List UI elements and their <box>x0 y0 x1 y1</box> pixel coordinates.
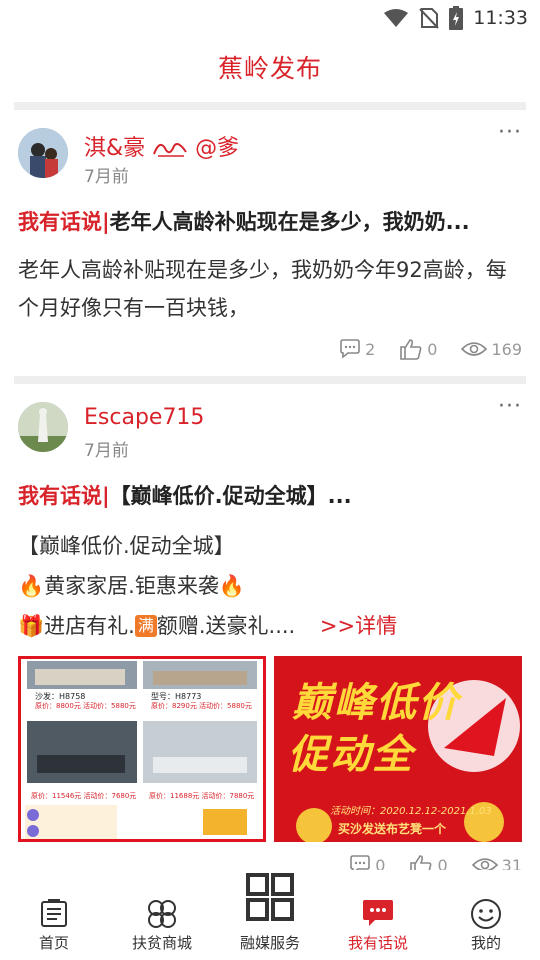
fire-icon: 🔥 <box>218 574 245 598</box>
no-sim-icon <box>419 8 439 29</box>
smiley-icon <box>471 899 501 929</box>
thumbs-up-icon <box>400 339 422 360</box>
promo-slogan: 买沙发送布艺凳一个 <box>338 822 447 836</box>
post-time: 7月前 <box>84 167 129 187</box>
avatar[interactable] <box>18 402 68 452</box>
post-body-line-text: 额赠.送豪礼.... <box>156 614 296 638</box>
nav-item-mall[interactable]: 扶贫商城 <box>108 870 216 960</box>
price-text: 原价：8290元 活动价：5880元 <box>151 702 252 710</box>
divider <box>14 102 526 110</box>
avatar-image <box>18 402 68 452</box>
nav-label: 我的 <box>470 934 501 952</box>
post-stats: 2 0 169 <box>339 338 522 360</box>
post-body-line: 🔥黄家家居.钜惠来袭🔥 <box>18 566 518 606</box>
nav-item-home[interactable]: 首页 <box>0 870 108 960</box>
nav-label: 首页 <box>38 934 69 952</box>
more-options-icon[interactable]: ··· <box>498 120 522 145</box>
author-suffix: @爹 <box>195 136 240 161</box>
post-time: 7月前 <box>84 441 129 461</box>
nav-label: 我有话说 <box>347 934 408 952</box>
status-icons: 11:33 <box>383 6 528 30</box>
comment-icon <box>340 339 360 359</box>
post-body-line: 【巅峰低价.促动全城】 <box>18 534 235 558</box>
status-bar: 11:33 <box>0 0 540 36</box>
grid-icon <box>246 873 294 921</box>
full-badge-icon: 满 <box>134 615 157 637</box>
view-stat: 169 <box>461 340 522 359</box>
author-name-text: 淇&豪 <box>84 136 146 161</box>
post-image-furniture[interactable]: 沙发：H8758 原价：8800元 活动价：5880元 型号：H8773 原价：… <box>18 656 266 842</box>
page-title: 蕉岭发布 <box>217 54 322 83</box>
price-text: 原价：11688元 活动价：7880元 <box>149 792 255 800</box>
post-image-promo[interactable]: 巅峰低价 促动全 活动时间：2020.12.12-2021.1.03 买沙发送布… <box>274 656 522 842</box>
promo-date: 活动时间：2020.12.12-2021.1.03 <box>330 806 492 817</box>
avatar[interactable] <box>18 128 68 178</box>
post-tag: 我有话说| <box>18 210 110 234</box>
price-text: 原价：11546元 活动价：7680元 <box>31 792 137 800</box>
post-body[interactable]: 【巅峰低价.促动全城】 🔥黄家家居.钜惠来袭🔥 🎁进店有礼. 满额赠.送豪礼...… <box>18 526 518 646</box>
view-count: 169 <box>491 339 522 359</box>
wifi-icon <box>384 9 409 27</box>
eye-icon <box>461 342 488 356</box>
nav-item-speak[interactable]: 我有话说 <box>324 870 432 960</box>
like-count: 0 <box>427 339 438 359</box>
divider <box>14 376 526 384</box>
status-time: 11:33 <box>473 7 528 29</box>
post-headline-text: 【巅峰低价.促动全城】... <box>109 484 352 508</box>
post-headline[interactable]: 我有话说|老年人高龄补贴现在是多少，我奶奶... <box>18 206 524 236</box>
battery-icon <box>449 6 464 30</box>
gift-icon: 🎁 <box>18 614 45 638</box>
post-body-line-text: 进店有礼. <box>44 614 135 638</box>
nav-item-me[interactable]: 我的 <box>432 870 540 960</box>
decorative-scribble-icon <box>153 143 187 157</box>
post-headline[interactable]: 我有话说|【巅峰低价.促动全城】... <box>18 480 524 510</box>
furniture-collage <box>25 661 257 839</box>
fire-icon: 🔥 <box>18 574 45 598</box>
bottom-nav: 首页 扶贫商城 融媒服务 我有话说 我的 <box>0 870 540 960</box>
price-text: 原价：8800元 活动价：5880元 <box>35 702 136 710</box>
title-bar: 蕉岭发布 <box>0 36 540 102</box>
post-body[interactable]: 老年人高龄补贴现在是多少，我奶奶今年92高龄，每个月好像只有一百块钱， <box>18 251 518 327</box>
avatar-image <box>18 128 68 178</box>
promo-title: 巅峰低价 <box>292 680 460 726</box>
details-link[interactable]: >>详情 <box>320 614 397 638</box>
chat-bubble-icon <box>363 900 393 926</box>
like-stat[interactable]: 0 <box>399 338 437 360</box>
nav-label: 扶贫商城 <box>131 934 192 952</box>
post-body-line: 🎁进店有礼. 满额赠.送豪礼.... >>详情 <box>18 606 518 646</box>
comment-stat[interactable]: 2 <box>339 339 375 359</box>
more-options-icon[interactable]: ··· <box>498 394 522 419</box>
post-headline-text: 老年人高龄补贴现在是多少，我奶奶... <box>109 210 470 234</box>
author-name[interactable]: Escape715 <box>84 405 204 430</box>
nav-item-media-service[interactable]: 融媒服务 <box>216 870 324 960</box>
home-doc-icon <box>41 899 67 927</box>
post-body-line-text: 黄家家居.钜惠来袭 <box>44 574 219 598</box>
nav-label: 融媒服务 <box>239 934 300 952</box>
comment-count: 2 <box>365 339 376 359</box>
clover-icon <box>148 900 176 928</box>
post-tag: 我有话说| <box>18 484 110 508</box>
promo-title: 促动全 <box>288 732 414 778</box>
author-name[interactable]: 淇&豪 @爹 <box>84 130 239 162</box>
